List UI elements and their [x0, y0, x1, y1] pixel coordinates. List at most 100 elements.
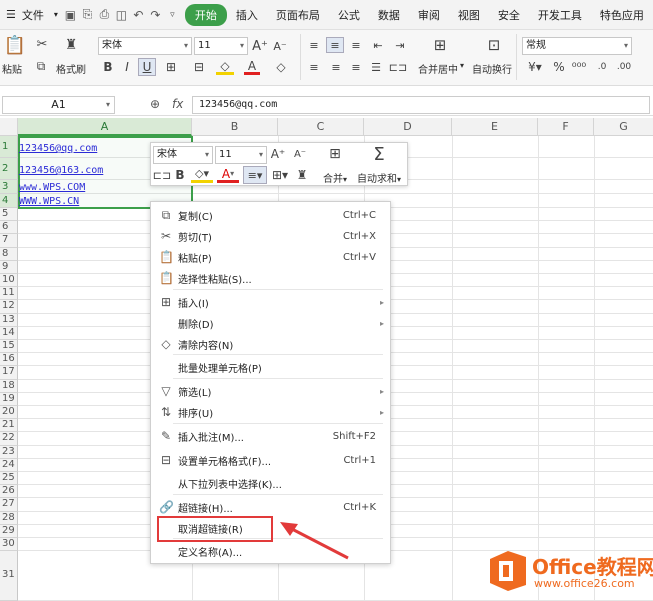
- row-header[interactable]: 20: [0, 406, 18, 420]
- row-header[interactable]: 30: [0, 538, 18, 552]
- copy-icon[interactable]: ⧉: [34, 59, 48, 73]
- row-header[interactable]: 13: [0, 313, 18, 327]
- row-header[interactable]: 21: [0, 419, 18, 433]
- font-color-icon[interactable]: A: [244, 59, 260, 75]
- align-left-icon[interactable]: ≡: [306, 60, 322, 74]
- border-icon[interactable]: ⊞: [162, 59, 180, 75]
- row-header[interactable]: 25: [0, 472, 18, 486]
- format-painter-label[interactable]: 格式刷: [56, 61, 86, 76]
- decrease-font-icon[interactable]: A⁻: [292, 146, 308, 162]
- distribute-icon[interactable]: ⊏⊐: [389, 60, 407, 74]
- row-header[interactable]: 4: [0, 194, 18, 208]
- row-header[interactable]: 29: [0, 524, 18, 538]
- paste-label[interactable]: 粘贴: [2, 61, 22, 76]
- select-all-corner[interactable]: [0, 118, 18, 136]
- menu-item-6[interactable]: 删除(D) ▸: [151, 313, 390, 334]
- row-header[interactable]: 1: [0, 136, 18, 158]
- print-icon[interactable]: ⎙: [96, 6, 113, 23]
- fx-icon[interactable]: fx: [172, 97, 183, 111]
- mini-merge-label[interactable]: 合并▾: [323, 170, 347, 185]
- fill-color-icon[interactable]: ⊟: [190, 59, 208, 75]
- merge-center-label[interactable]: 合并居中: [418, 61, 458, 76]
- row-header[interactable]: 22: [0, 432, 18, 446]
- row-header[interactable]: 9: [0, 260, 18, 274]
- row-header[interactable]: 18: [0, 379, 18, 393]
- mini-autosum-label[interactable]: 自动求和▾: [357, 170, 401, 185]
- row-header[interactable]: 7: [0, 234, 18, 248]
- underline-icon[interactable]: U: [138, 58, 156, 76]
- row-header[interactable]: 28: [0, 511, 18, 525]
- tab-review[interactable]: 审阅: [409, 7, 449, 23]
- menu-item-9[interactable]: ▽ 筛选(L) ▸: [151, 381, 390, 402]
- eraser-icon[interactable]: ◇: [272, 59, 290, 75]
- menu-item-3[interactable]: 📋 粘贴(P) Ctrl+V: [151, 247, 390, 268]
- menu-item-11[interactable]: ✎ 插入批注(M)... Shift+F2: [151, 426, 390, 447]
- merge-center-icon[interactable]: ⊞: [430, 36, 450, 54]
- tab-home[interactable]: 开始: [184, 3, 227, 26]
- increase-font-icon[interactable]: A⁺: [252, 37, 268, 55]
- column-header-e[interactable]: E: [452, 118, 538, 136]
- row-header[interactable]: 3: [0, 180, 18, 194]
- percent-icon[interactable]: %: [552, 59, 566, 75]
- thousands-icon[interactable]: ⁰⁰⁰: [572, 59, 586, 75]
- align-center-icon[interactable]: ≡: [328, 60, 344, 74]
- row-header[interactable]: 23: [0, 445, 18, 459]
- border-icon[interactable]: ⊞▾: [269, 167, 291, 183]
- clear-format-icon[interactable]: ♜: [295, 167, 309, 183]
- cell-a4[interactable]: WWW.WPS.CN: [19, 196, 79, 207]
- row-header[interactable]: 15: [0, 340, 18, 354]
- menu-item-1[interactable]: ⧉ 复制(C) Ctrl+C: [151, 205, 390, 226]
- menu-item-4[interactable]: 📋 选择性粘贴(S)...: [151, 268, 390, 289]
- tab-features[interactable]: 特色应用: [591, 7, 653, 23]
- highlight-icon[interactable]: ◇: [216, 59, 234, 75]
- wrap-text-icon[interactable]: ⊡: [484, 36, 504, 54]
- column-header-c[interactable]: C: [278, 118, 364, 136]
- justify-icon[interactable]: ☰: [368, 60, 384, 74]
- column-header-g[interactable]: G: [594, 118, 653, 136]
- bold-icon[interactable]: B: [173, 167, 187, 183]
- column-header-b[interactable]: B: [192, 118, 278, 136]
- increase-decimal-icon[interactable]: .0: [594, 59, 610, 75]
- redo-icon[interactable]: ↷: [147, 6, 164, 23]
- align-center-icon[interactable]: ≡▾: [243, 166, 267, 184]
- row-header[interactable]: 12: [0, 300, 18, 314]
- export-icon[interactable]: ⎘: [79, 6, 96, 23]
- row-header[interactable]: 14: [0, 326, 18, 340]
- row-header[interactable]: 26: [0, 485, 18, 499]
- save-icon[interactable]: ▣: [62, 6, 79, 23]
- formula-input[interactable]: 123456@qq.com: [192, 96, 650, 114]
- row-header[interactable]: 19: [0, 392, 18, 406]
- tab-data[interactable]: 数据: [369, 7, 409, 23]
- mini-font-select[interactable]: 宋体 ▾: [153, 146, 213, 164]
- cell-a1[interactable]: 123456@qq.com: [19, 143, 97, 154]
- align-top-icon[interactable]: ≡: [306, 38, 322, 52]
- cell-a3[interactable]: www.WPS.COM: [19, 182, 85, 193]
- italic-icon[interactable]: I: [119, 59, 135, 75]
- file-menu[interactable]: 文件: [22, 7, 50, 23]
- align-bottom-icon[interactable]: ≡: [348, 38, 364, 52]
- row-header[interactable]: 24: [0, 458, 18, 472]
- sum-icon[interactable]: Σ: [369, 144, 389, 165]
- align-middle-icon[interactable]: ≡: [326, 37, 344, 53]
- tab-insert[interactable]: 插入: [227, 7, 267, 23]
- menu-item-7[interactable]: ◇ 清除内容(N): [151, 334, 390, 355]
- chevron-down-icon[interactable]: ▾: [50, 10, 62, 19]
- wrap-text-label[interactable]: 自动换行: [472, 61, 512, 76]
- preview-icon[interactable]: ◫: [113, 6, 130, 23]
- row-header[interactable]: 10: [0, 274, 18, 288]
- menu-item-14[interactable]: 🔗 超链接(H)... Ctrl+K: [151, 497, 390, 518]
- currency-icon[interactable]: ¥▾: [525, 59, 545, 75]
- number-format-select[interactable]: 常规 ▾: [522, 37, 632, 55]
- merge-icon[interactable]: ⊞: [325, 146, 345, 162]
- align-right-icon[interactable]: ≡: [348, 60, 364, 74]
- paste-icon[interactable]: 📋: [4, 34, 26, 56]
- menu-item-10[interactable]: ⇅ 排序(U) ▸: [151, 402, 390, 423]
- menu-item-12[interactable]: ⊟ 设置单元格格式(F)... Ctrl+1: [151, 450, 390, 471]
- row-header[interactable]: 6: [0, 221, 18, 235]
- tab-formulas[interactable]: 公式: [329, 7, 369, 23]
- tab-security[interactable]: 安全: [489, 7, 529, 23]
- zoom-icon[interactable]: ⊕: [150, 97, 160, 111]
- cell-a2[interactable]: 123456@163.com: [19, 165, 103, 176]
- hamburger-icon[interactable]: ☰: [0, 8, 22, 21]
- format-painter-icon[interactable]: ♜: [62, 36, 80, 54]
